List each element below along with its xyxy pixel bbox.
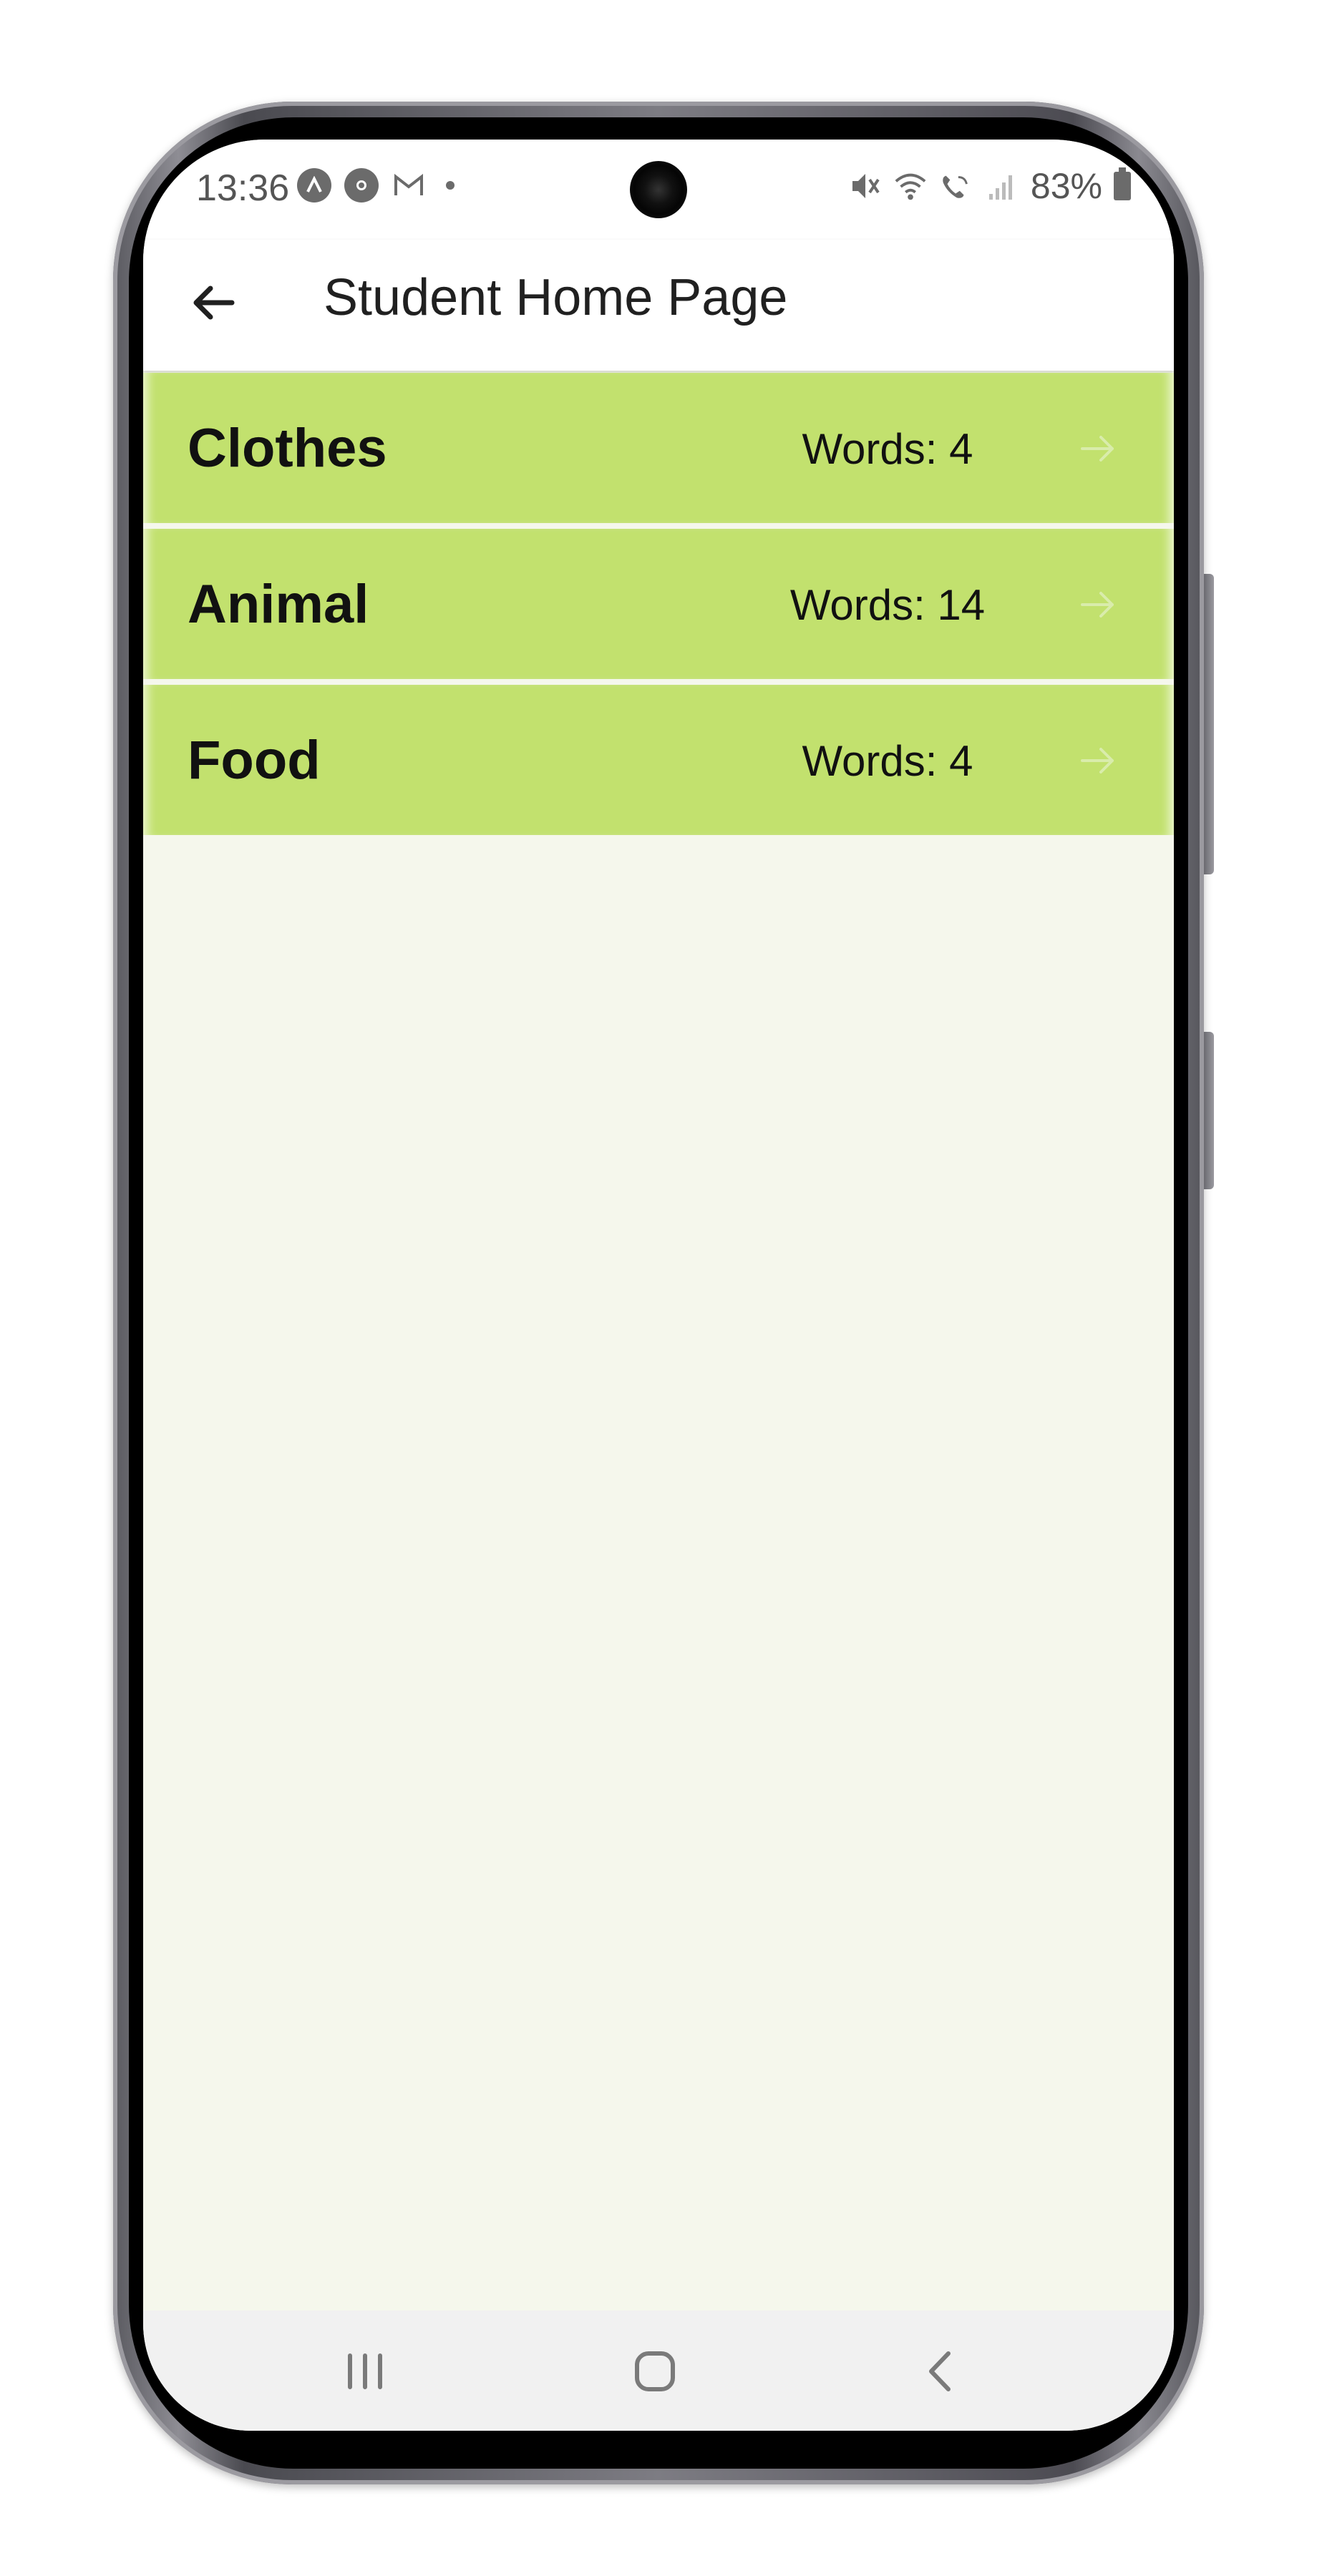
arrow-right-icon[interactable] — [1077, 427, 1119, 470]
home-icon[interactable] — [619, 2339, 691, 2404]
signal-icon — [985, 169, 1019, 203]
notification-dot-icon — [446, 181, 455, 190]
app-a-icon — [297, 168, 331, 203]
front-camera — [630, 161, 687, 218]
category-row-food[interactable]: Food Words: 4 — [143, 685, 1174, 835]
phone-screen: 13:36 83% Student Home Page Clothes Word… — [143, 140, 1174, 2431]
wifi-icon — [893, 169, 928, 203]
battery-icon — [1114, 167, 1131, 200]
category-row-animal[interactable]: Animal Words: 14 — [143, 529, 1174, 679]
category-row-clothes[interactable]: Clothes Words: 4 — [143, 373, 1174, 523]
category-word-count: Words: 4 — [802, 737, 973, 785]
page-title: Student Home Page — [324, 269, 788, 326]
mute-icon — [847, 169, 882, 203]
recent-apps-icon[interactable] — [329, 2339, 401, 2404]
arrow-right-icon[interactable] — [1077, 583, 1119, 626]
status-icons-right: 83% — [847, 165, 1131, 207]
category-word-count: Words: 4 — [802, 425, 973, 473]
battery-percent: 83% — [1030, 166, 1102, 206]
category-word-count: Words: 14 — [789, 581, 986, 629]
power-button — [1204, 1032, 1214, 1189]
system-nav-bar — [143, 2311, 1174, 2431]
arrow-right-icon[interactable] — [1077, 739, 1119, 782]
status-bar: 13:36 83% — [143, 140, 1174, 240]
status-icons-left — [297, 168, 455, 203]
back-icon[interactable] — [905, 2339, 977, 2404]
wifi-call-icon — [939, 169, 973, 203]
category-name: Animal — [188, 574, 369, 635]
back-arrow-icon[interactable] — [185, 274, 242, 331]
gmail-icon — [392, 168, 426, 203]
volume-button — [1204, 574, 1214, 874]
category-list: Clothes Words: 4 Animal Words: 14 Food W… — [143, 373, 1174, 841]
status-time: 13:36 — [196, 167, 290, 209]
category-name: Clothes — [188, 418, 387, 479]
category-name: Food — [188, 730, 321, 791]
chrome-icon — [344, 168, 379, 203]
app-bar: Student Home Page — [143, 240, 1174, 371]
